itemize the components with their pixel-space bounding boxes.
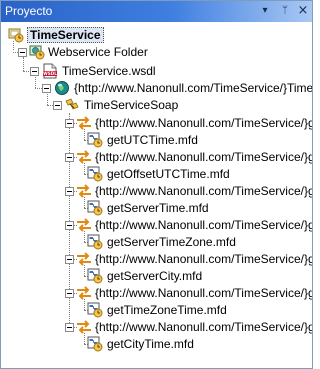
- root-label: TimeService: [27, 27, 104, 43]
- service-label: {http://www.Nanonull.com/TimeService/}Ti…: [74, 81, 312, 95]
- collapse-toggle[interactable]: [65, 187, 74, 196]
- project-icon: [8, 28, 24, 43]
- collapse-toggle[interactable]: [18, 48, 27, 57]
- operation-label: {http://www.Nanonull.com/TimeService/}g: [95, 320, 312, 334]
- folder-label: Webservice Folder: [48, 45, 148, 59]
- mapping-label: getTimeZoneTime.mfd: [107, 303, 227, 317]
- pin-icon[interactable]: ᛘ: [278, 4, 292, 18]
- panel-titlebar: Proyecto ▾ ᛘ ×: [1, 1, 312, 22]
- tree-node-mapping[interactable]: getUTCTime.mfd: [1, 132, 312, 148]
- operation-label: {http://www.Nanonull.com/TimeService/}g: [95, 218, 312, 232]
- tree-node-operation[interactable]: {http://www.Nanonull.com/TimeService/}g: [1, 115, 312, 131]
- tree-node-wsdl[interactable]: WSDL TimeService.wsdl: [1, 63, 312, 79]
- collapse-toggle[interactable]: [65, 255, 74, 264]
- wsdl-file-icon: WSDL: [43, 63, 57, 79]
- mapping-label: getCityTime.mfd: [107, 337, 194, 351]
- collapse-toggle[interactable]: [42, 84, 51, 93]
- mapping-file-icon: [87, 200, 103, 216]
- mapping-label: getServerCity.mfd: [107, 269, 203, 283]
- operation-label: {http://www.Nanonull.com/TimeService/}g: [95, 150, 312, 164]
- port-label: TimeServiceSoap: [84, 98, 179, 112]
- mapping-file-icon: [87, 132, 103, 148]
- tree-node-operation[interactable]: {http://www.Nanonull.com/TimeService/}g: [1, 285, 312, 301]
- operation-label: {http://www.Nanonull.com/TimeService/}g: [95, 252, 312, 266]
- tree-node-operation[interactable]: {http://www.Nanonull.com/TimeService/}g: [1, 183, 312, 199]
- operation-label: {http://www.Nanonull.com/TimeService/}g: [95, 116, 312, 130]
- collapse-toggle[interactable]: [53, 101, 62, 110]
- mapping-label: getServerTimeZone.mfd: [107, 235, 236, 249]
- dropdown-icon[interactable]: ▾: [258, 4, 272, 18]
- tree-node-folder[interactable]: Webservice Folder: [1, 44, 312, 60]
- svg-text:WSDL: WSDL: [43, 71, 57, 76]
- collapse-toggle[interactable]: [65, 289, 74, 298]
- operation-label: {http://www.Nanonull.com/TimeService/}g: [95, 286, 312, 300]
- collapse-toggle[interactable]: [65, 323, 74, 332]
- mapping-label: getOffsetUTCTime.mfd: [107, 167, 230, 181]
- collapse-toggle[interactable]: [65, 153, 74, 162]
- collapse-toggle[interactable]: [30, 67, 39, 76]
- project-tree: TimeService Webservice Folder WSDL TimeS…: [1, 23, 312, 368]
- mapping-file-icon: [87, 336, 103, 352]
- tree-node-root[interactable]: TimeService: [1, 27, 312, 43]
- webservice-folder-icon: [29, 45, 45, 60]
- tree-node-mapping[interactable]: getOffsetUTCTime.mfd: [1, 166, 312, 182]
- mapping-file-icon: [87, 302, 103, 318]
- tree-node-operation[interactable]: {http://www.Nanonull.com/TimeService/}g: [1, 149, 312, 165]
- tree-node-mapping[interactable]: getServerCity.mfd: [1, 268, 312, 284]
- panel-title: Proyecto: [5, 4, 53, 18]
- mapping-label: getServerTime.mfd: [107, 201, 209, 215]
- tree-node-mapping[interactable]: getServerTimeZone.mfd: [1, 234, 312, 250]
- tree-node-operation[interactable]: {http://www.Nanonull.com/TimeService/}g: [1, 319, 312, 335]
- tree-node-port[interactable]: TimeServiceSoap: [1, 97, 312, 113]
- operation-label: {http://www.Nanonull.com/TimeService/}g: [95, 184, 312, 198]
- project-panel: Proyecto ▾ ᛘ × TimeService Webservice Fo…: [0, 0, 313, 369]
- tree-node-operation[interactable]: {http://www.Nanonull.com/TimeService/}g: [1, 217, 312, 233]
- tree-node-mapping[interactable]: getTimeZoneTime.mfd: [1, 302, 312, 318]
- close-icon[interactable]: ×: [296, 4, 310, 18]
- port-icon: [65, 98, 79, 110]
- tree-node-service[interactable]: {http://www.Nanonull.com/TimeService/}Ti…: [1, 80, 312, 96]
- globe-icon: [55, 81, 69, 95]
- wsdl-label: TimeService.wsdl: [62, 64, 156, 78]
- tree-node-mapping[interactable]: getServerTime.mfd: [1, 200, 312, 216]
- mapping-label: getUTCTime.mfd: [107, 133, 198, 147]
- collapse-toggle[interactable]: [65, 119, 74, 128]
- mapping-file-icon: [87, 166, 103, 182]
- mapping-file-icon: [87, 268, 103, 284]
- collapse-toggle[interactable]: [65, 221, 74, 230]
- tree-node-operation[interactable]: {http://www.Nanonull.com/TimeService/}g: [1, 251, 312, 267]
- tree-node-mapping[interactable]: getCityTime.mfd: [1, 336, 312, 352]
- mapping-file-icon: [87, 234, 103, 250]
